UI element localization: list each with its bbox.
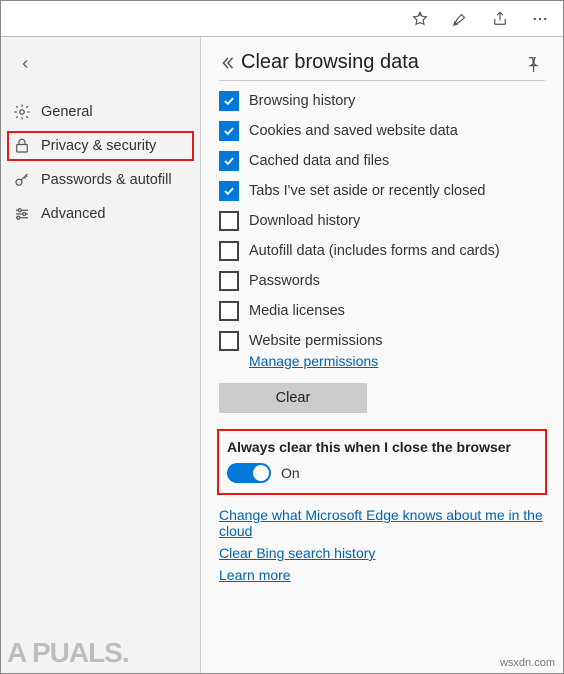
option-row: Autofill data (includes forms and cards) [219, 241, 545, 261]
option-label: Passwords [249, 273, 320, 289]
panel-title: Clear browsing data [241, 51, 523, 74]
favorites-button[interactable] [405, 4, 435, 34]
pen-icon [451, 10, 469, 28]
checkbox[interactable] [219, 91, 239, 111]
option-label: Tabs I've set aside or recently closed [249, 183, 486, 199]
divider [219, 80, 545, 81]
sidebar-item-label: Privacy & security [41, 138, 156, 154]
share-icon [491, 10, 509, 28]
collapse-sidebar-button[interactable] [13, 51, 39, 77]
always-clear-toggle[interactable] [227, 463, 271, 483]
sidebar: General Privacy & security Passwords & a… [1, 37, 201, 673]
option-row: Website permissions [219, 331, 545, 351]
toggle-knob [253, 465, 269, 481]
sidebar-item-label: Advanced [41, 206, 106, 222]
credit: wsxdn.com [500, 657, 555, 669]
option-row: Browsing history [219, 91, 545, 111]
star-icon [411, 10, 429, 28]
change-cloud-link[interactable]: Change what Microsoft Edge knows about m… [219, 507, 545, 539]
ink-button[interactable] [445, 4, 475, 34]
option-label: Website permissions [249, 333, 383, 349]
back-button[interactable] [219, 54, 241, 72]
bing-history-link[interactable]: Clear Bing search history [219, 545, 545, 561]
title-bar [1, 1, 563, 37]
always-clear-section: Always clear this when I close the brows… [219, 431, 545, 493]
lock-icon [13, 137, 31, 155]
checkbox[interactable] [219, 241, 239, 261]
more-icon [531, 10, 549, 28]
sidebar-item-label: General [41, 104, 93, 120]
option-row: Passwords [219, 271, 545, 291]
option-label: Download history [249, 213, 360, 229]
toggle-state-label: On [281, 465, 300, 481]
panel-header: Clear browsing data [219, 51, 545, 74]
more-button[interactable] [525, 4, 555, 34]
sidebar-item-passwords-autofill[interactable]: Passwords & autofill [1, 163, 200, 197]
option-row: Cookies and saved website data [219, 121, 545, 141]
manage-permissions-link[interactable]: Manage permissions [249, 353, 378, 369]
pin-icon [523, 54, 541, 72]
settings-window: General Privacy & security Passwords & a… [0, 0, 564, 674]
checkbox[interactable] [219, 181, 239, 201]
always-clear-toggle-row: On [227, 463, 537, 483]
watermark: A PUALS. [7, 637, 129, 669]
checkbox[interactable] [219, 121, 239, 141]
learn-more-link[interactable]: Learn more [219, 567, 545, 583]
bottom-links: Change what Microsoft Edge knows about m… [219, 507, 545, 583]
body: General Privacy & security Passwords & a… [1, 37, 563, 673]
always-clear-heading: Always clear this when I close the brows… [227, 439, 537, 455]
pin-button[interactable] [523, 54, 545, 72]
option-row: Media licenses [219, 301, 545, 321]
gear-icon [13, 103, 31, 121]
option-label: Cached data and files [249, 153, 389, 169]
option-label: Media licenses [249, 303, 345, 319]
sidebar-item-privacy-security[interactable]: Privacy & security [7, 131, 194, 161]
checkbox[interactable] [219, 211, 239, 231]
option-row: Tabs I've set aside or recently closed [219, 181, 545, 201]
checkbox[interactable] [219, 331, 239, 351]
sliders-icon [13, 205, 31, 223]
checkbox[interactable] [219, 271, 239, 291]
chevron-double-left-icon [219, 54, 237, 72]
option-row: Cached data and files [219, 151, 545, 171]
key-icon [13, 171, 31, 189]
share-button[interactable] [485, 4, 515, 34]
option-row: Download history [219, 211, 545, 231]
sidebar-item-general[interactable]: General [1, 95, 200, 129]
option-label: Autofill data (includes forms and cards) [249, 243, 500, 259]
main-panel: Clear browsing data Browsing history Cook… [201, 37, 563, 673]
sidebar-item-advanced[interactable]: Advanced [1, 197, 200, 231]
option-label: Cookies and saved website data [249, 123, 458, 139]
checkbox[interactable] [219, 151, 239, 171]
options-list: Browsing history Cookies and saved websit… [219, 91, 545, 351]
chevron-left-icon [20, 57, 32, 71]
option-label: Browsing history [249, 93, 355, 109]
clear-button[interactable]: Clear [219, 383, 367, 413]
checkbox[interactable] [219, 301, 239, 321]
sidebar-item-label: Passwords & autofill [41, 172, 172, 188]
clear-button-label: Clear [276, 390, 311, 406]
